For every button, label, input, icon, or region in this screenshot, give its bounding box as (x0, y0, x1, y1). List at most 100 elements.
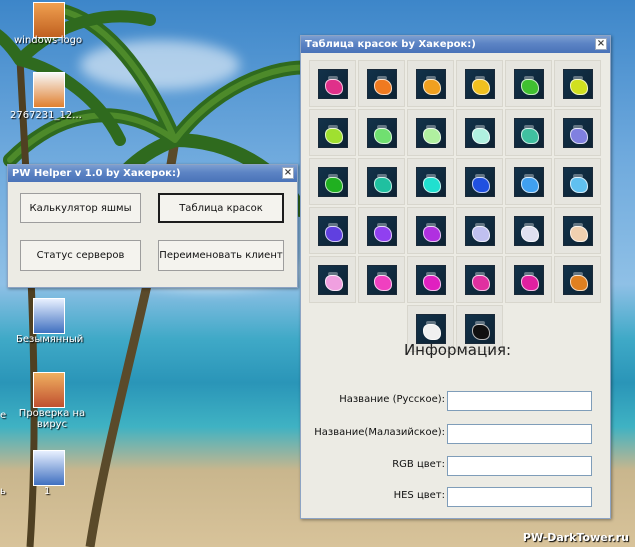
dye-swatch-button[interactable] (309, 207, 356, 254)
dye-bottle-icon (317, 264, 348, 295)
dye-shine (572, 124, 583, 129)
dye-bottle-icon (513, 68, 544, 99)
dye-swatch-button[interactable] (554, 256, 601, 303)
dye-bottle-icon (317, 117, 348, 148)
dye-swatch-button[interactable] (358, 60, 405, 107)
dye-shine (523, 75, 534, 80)
rename-client-button[interactable]: Переименовать клиент (158, 240, 284, 271)
shortcut-file-icon[interactable] (33, 298, 65, 334)
dye-swatch-button[interactable] (407, 158, 454, 205)
dye-swatch-button[interactable] (309, 256, 356, 303)
dye-color-blob (569, 274, 588, 291)
shortcut-file-icon[interactable] (33, 450, 65, 486)
dye-color-blob (422, 176, 441, 193)
dye-shine (376, 124, 387, 129)
dye-shine (572, 222, 583, 227)
dye-shine (425, 75, 436, 80)
dye-bottle-icon (415, 313, 446, 344)
dye-shine (474, 271, 485, 276)
desktop-icon-label: 2767231_12... (10, 110, 82, 121)
dye-color-blob (324, 78, 343, 95)
partial-icon-label: е (0, 410, 7, 421)
dye-swatch-button[interactable] (456, 207, 503, 254)
dye-color-blob (520, 274, 539, 291)
dye-shine (572, 173, 583, 178)
desktop-icon-label: windows-logo (14, 35, 83, 46)
dye-swatch-button[interactable] (554, 158, 601, 205)
dye-bottle-icon (415, 117, 446, 148)
dye-swatch-button[interactable] (505, 60, 552, 107)
dye-swatch-button[interactable] (554, 207, 601, 254)
dye-color-blob (520, 176, 539, 193)
dye-swatch-button[interactable] (554, 109, 601, 156)
dye-swatch-button[interactable] (309, 158, 356, 205)
close-button[interactable]: × (282, 167, 294, 179)
dye-shine (425, 222, 436, 227)
malaysian-name-field[interactable] (447, 424, 592, 444)
rgb-color-field[interactable] (447, 456, 592, 476)
antivirus-file-icon[interactable] (33, 372, 65, 408)
dye-swatch-button[interactable] (456, 158, 503, 205)
close-button[interactable]: × (595, 38, 607, 50)
dye-table-button[interactable]: Таблица красок (158, 193, 284, 223)
dye-color-blob (471, 225, 490, 242)
dye-swatch-button[interactable] (407, 109, 454, 156)
dye-color-blob (373, 274, 392, 291)
dye-shine (425, 320, 436, 325)
dye-bottle-icon (464, 117, 495, 148)
windows-logo-file-icon[interactable] (33, 2, 65, 38)
dye-color-blob (520, 225, 539, 242)
field-label-hes: HES цвет: (393, 490, 445, 501)
dye-bottle-icon (464, 215, 495, 246)
dye-color-blob (471, 323, 490, 340)
dye-shine (523, 222, 534, 227)
window-title: PW Helper v 1.0 by Хакерок:) (12, 168, 181, 179)
dye-bottle-icon (464, 68, 495, 99)
dye-swatch-button[interactable] (309, 60, 356, 107)
dye-swatch-button[interactable] (456, 109, 503, 156)
dye-swatch-button[interactable] (505, 256, 552, 303)
field-label-russian-name: Название (Русское): (339, 394, 445, 405)
dye-swatch-button[interactable] (309, 109, 356, 156)
dye-shine (327, 124, 338, 129)
jasper-calculator-button[interactable]: Калькулятор яшмы (20, 193, 141, 223)
hes-color-field[interactable] (447, 487, 592, 507)
dye-bottle-icon (513, 215, 544, 246)
dye-shine (376, 75, 387, 80)
dye-swatch-button[interactable] (554, 60, 601, 107)
dye-swatch-button[interactable] (505, 109, 552, 156)
dye-swatch-button[interactable] (358, 109, 405, 156)
dye-color-blob (569, 78, 588, 95)
dye-bottle-icon (415, 215, 446, 246)
pw-helper-window: PW Helper v 1.0 by Хакерок:) × Калькулят… (7, 164, 298, 288)
dye-swatch-button[interactable] (358, 207, 405, 254)
field-label-rgb: RGB цвет: (392, 459, 445, 470)
dye-bottle-icon (415, 68, 446, 99)
image-file-icon[interactable] (33, 72, 65, 108)
dye-swatch-button[interactable] (358, 256, 405, 303)
window-titlebar[interactable]: PW Helper v 1.0 by Хакерок:) × (8, 165, 297, 182)
server-status-button[interactable]: Статус серверов (20, 240, 141, 271)
dye-swatch-button[interactable] (407, 207, 454, 254)
field-label-malaysian-name: Название(Малазийское): (314, 427, 445, 438)
dye-color-blob (324, 225, 343, 242)
dye-bottle-icon (513, 264, 544, 295)
dye-swatch-button[interactable] (407, 60, 454, 107)
dye-swatch-button[interactable] (456, 256, 503, 303)
dye-bottle-icon (366, 117, 397, 148)
partial-icon-label: ь (0, 486, 6, 497)
russian-name-field[interactable] (447, 391, 592, 411)
dye-bottle-icon (464, 264, 495, 295)
dye-swatch-button[interactable] (456, 60, 503, 107)
dye-color-blob (373, 127, 392, 144)
dye-bottle-icon (562, 264, 593, 295)
dye-swatch-button[interactable] (505, 207, 552, 254)
window-titlebar[interactable]: Таблица красок by Хакерок:) × (301, 36, 610, 53)
dye-swatch-button[interactable] (358, 158, 405, 205)
dye-color-blob (422, 274, 441, 291)
dye-swatch-button[interactable] (407, 256, 454, 303)
dye-bottle-icon (366, 264, 397, 295)
dye-color-blob (471, 78, 490, 95)
dye-shine (572, 75, 583, 80)
dye-swatch-button[interactable] (505, 158, 552, 205)
